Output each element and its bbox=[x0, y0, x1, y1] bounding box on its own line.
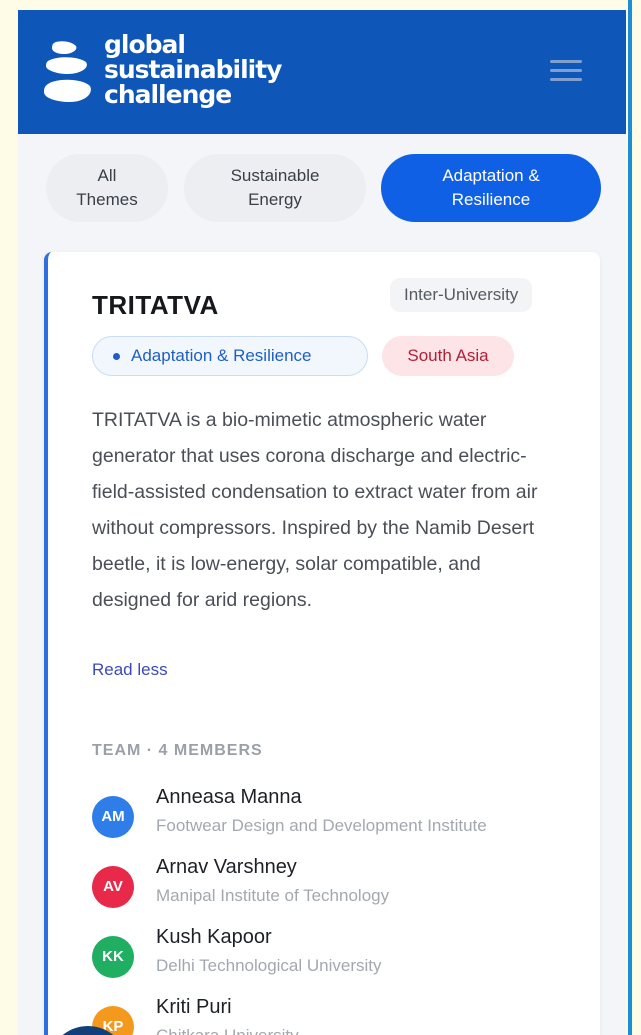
tab-all-themes[interactable]: All Themes bbox=[46, 154, 168, 222]
theme-chip-label: Adaptation & Resilience bbox=[131, 346, 312, 365]
app-header: global sustainability challenge bbox=[18, 10, 626, 134]
dot-icon bbox=[113, 353, 120, 360]
region-chip: South Asia bbox=[382, 336, 514, 376]
phone-screen: global sustainability challenge All Theme… bbox=[18, 10, 626, 1035]
member-name: Kriti Puri bbox=[156, 996, 232, 1018]
avatar: AV bbox=[92, 866, 134, 908]
logo-line-3: challenge bbox=[104, 80, 232, 109]
tab-sustainable-energy[interactable]: Sustainable Energy bbox=[184, 154, 366, 222]
logo-icon bbox=[44, 41, 91, 102]
team-member: KK Kush Kapoor Delhi Technological Unive… bbox=[92, 926, 572, 986]
team-heading: TEAM · 4 MEMBERS bbox=[92, 742, 263, 759]
member-name: Arnav Varshney bbox=[156, 856, 297, 878]
theme-tabs: All Themes Sustainable Energy Adaptation &… bbox=[18, 134, 626, 252]
team-member: KP Kriti Puri Chitkara University bbox=[92, 996, 572, 1035]
window-edge bbox=[628, 0, 641, 1035]
theme-chip: Adaptation & Resilience bbox=[92, 336, 368, 376]
team-member: AM Anneasa Manna Footwear Design and Dev… bbox=[92, 786, 572, 846]
project-title: TRITATVA bbox=[92, 290, 219, 320]
member-name: Kush Kapoor bbox=[156, 926, 272, 948]
member-university: Delhi Technological University bbox=[156, 956, 382, 975]
member-name: Anneasa Manna bbox=[156, 786, 302, 808]
member-university: Manipal Institute of Technology bbox=[156, 886, 390, 905]
read-less-link[interactable]: Read less bbox=[92, 660, 168, 680]
tab-label: All bbox=[97, 166, 117, 185]
project-description: TRITATVA is a bio-mimetic atmospheric wa… bbox=[92, 409, 538, 611]
tab-label: Sustainable bbox=[230, 166, 320, 185]
avatar: KK bbox=[92, 936, 134, 978]
tab-label: Resilience bbox=[451, 190, 531, 209]
member-university: Chitkara University bbox=[156, 1026, 299, 1035]
tab-label: Themes bbox=[76, 190, 138, 209]
avatar: AM bbox=[92, 796, 134, 838]
logo-wordmark[interactable]: global sustainability challenge bbox=[104, 30, 282, 109]
hamburger-icon[interactable] bbox=[550, 60, 582, 84]
project-card: TRITATVA Inter-University Adaptation & R… bbox=[44, 252, 600, 1035]
logo-line-1: global bbox=[104, 30, 186, 59]
member-university: Footwear Design and Development Institut… bbox=[156, 816, 487, 835]
tab-label: Adaptation & bbox=[442, 166, 540, 185]
team-member: AV Arnav Varshney Manipal Institute of T… bbox=[92, 856, 572, 916]
tab-adaptation-resilience[interactable]: Adaptation & Resilience bbox=[381, 154, 601, 222]
tab-label: Energy bbox=[248, 190, 302, 209]
logo-line-2: sustainability bbox=[104, 55, 282, 84]
level-badge: Inter-University bbox=[390, 278, 533, 312]
